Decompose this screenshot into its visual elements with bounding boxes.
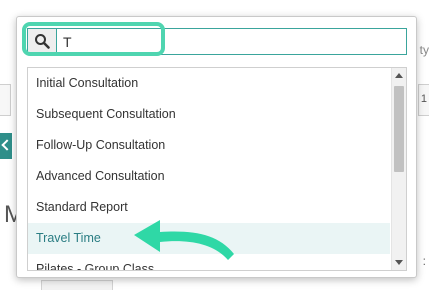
list-item[interactable]: Pilates - Group Class xyxy=(28,254,390,270)
item-picker-popup: Initial ConsultationSubsequent Consultat… xyxy=(16,16,417,278)
list-item[interactable]: Advanced Consultation xyxy=(28,161,390,192)
list-item[interactable]: Subsequent Consultation xyxy=(28,99,390,130)
list-item[interactable]: Follow-Up Consultation xyxy=(28,130,390,161)
background-label-fragment: ty xyxy=(419,43,429,57)
scroll-down-icon[interactable] xyxy=(392,255,406,270)
background-number-fragment: 1 xyxy=(420,93,427,105)
scroll-up-icon[interactable] xyxy=(392,68,406,83)
list-item[interactable]: Standard Report xyxy=(28,192,390,223)
search-input[interactable] xyxy=(57,29,405,54)
list-item[interactable]: Initial Consultation xyxy=(28,68,390,99)
background-collapse-tab xyxy=(0,133,12,159)
scrollbar-thumb[interactable] xyxy=(394,86,404,172)
background-dots-fragment: : xyxy=(422,254,427,268)
background-left-control xyxy=(0,84,11,116)
results-list: Initial Consultation Subsequent Consultat… xyxy=(27,67,407,271)
search-bar xyxy=(27,28,407,55)
list-item[interactable]: Travel Time xyxy=(28,223,390,254)
magnifier-icon xyxy=(28,29,57,54)
list-scrollbar[interactable] xyxy=(391,68,406,270)
